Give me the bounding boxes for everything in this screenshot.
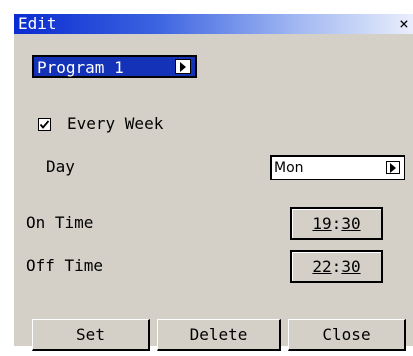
every-week-checkbox[interactable] [38,118,51,131]
day-select[interactable]: Mon [270,155,405,180]
window-title: Edit [18,14,57,33]
close-icon[interactable]: × [397,15,411,33]
on-time-label: On Time [26,213,94,232]
set-button[interactable]: Set [32,319,150,351]
close-button[interactable]: Close [288,319,406,351]
day-select-value: Mon [274,160,304,176]
off-time-label: Off Time [26,256,104,275]
off-time-hour[interactable]: 22 [312,257,331,276]
delete-button[interactable]: Delete [157,319,281,351]
every-week-label: Every Week [67,114,164,133]
off-time-field[interactable]: 22:30 [290,250,383,283]
on-time-hour[interactable]: 19 [312,214,331,233]
day-select-arrow-icon[interactable] [386,161,400,174]
off-time-minute[interactable]: 30 [341,257,360,276]
on-time-field[interactable]: 19:30 [290,207,383,240]
edit-dialog: Edit × Program 1 Every Week Day Mon On T… [14,14,413,351]
on-time-minute[interactable]: 30 [341,214,360,233]
checkmark-icon [39,120,50,129]
program-select-arrow-icon[interactable] [175,59,191,74]
day-label: Day [46,157,75,176]
program-select-value: Program 1 [37,58,124,77]
program-select[interactable]: Program 1 [32,55,197,78]
title-bar[interactable]: Edit × [14,14,413,34]
